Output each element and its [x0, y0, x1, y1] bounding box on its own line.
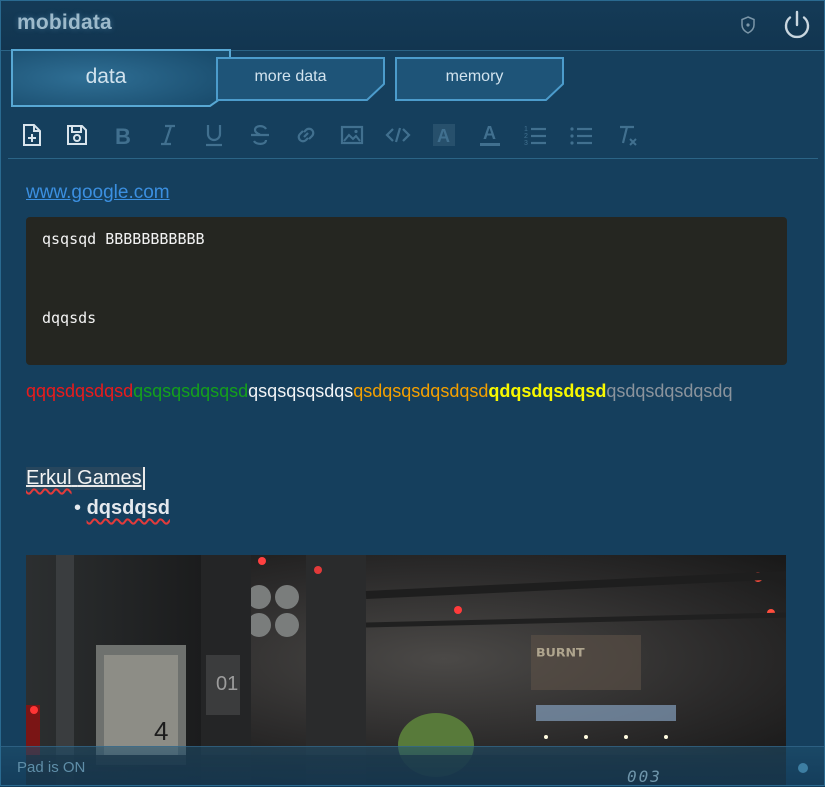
code-line: qsqsqd BBBBBBBBBBB [42, 230, 205, 248]
italic-icon [161, 124, 175, 146]
colored-text-segment: qsqsqsdqsqsd [133, 381, 249, 401]
ordered-list-icon: 1 2 3 [524, 126, 546, 147]
tab-data-label: data [85, 65, 127, 88]
title-bar: mobidata [0, 0, 825, 51]
heading-text: Erkul Games [26, 467, 145, 490]
editor-content[interactable]: www.google.com qsqsqd BBBBBBBBBBB dqqsds… [0, 160, 825, 786]
tab-more-data[interactable]: more data [215, 56, 386, 102]
hyperlink[interactable]: www.google.com [26, 182, 170, 204]
clear-format-button[interactable] [612, 119, 644, 151]
ordered-list-button[interactable]: 1 2 3 [520, 119, 552, 151]
code-line: dqqsds [42, 309, 97, 327]
underline-icon [206, 125, 222, 147]
new-document-button[interactable] [16, 119, 48, 151]
tab-more-data-label: more data [254, 68, 327, 85]
highlight-icon: A [433, 124, 455, 146]
highlight-button[interactable]: A [428, 119, 460, 151]
strikethrough-icon [251, 125, 269, 145]
font-color-icon: A [480, 123, 500, 146]
svg-text:01: 01 [216, 673, 238, 695]
link-icon [297, 127, 315, 143]
status-indicator-icon [798, 763, 808, 773]
tab-data[interactable]: data [10, 48, 232, 110]
colored-text-segment: qdqsdqsdqsd [488, 381, 607, 401]
shield-icon [741, 16, 755, 34]
status-bar: Pad is ON 003 [0, 746, 825, 787]
svg-text:3: 3 [524, 140, 528, 147]
tab-memory[interactable]: memory [394, 56, 565, 102]
new-document-icon [23, 124, 41, 146]
strikethrough-button[interactable] [244, 119, 276, 151]
app-title: mobidata [17, 11, 112, 34]
bold-icon: B [115, 124, 131, 149]
colored-text-segment: qsdqsqsdqsdqsd [353, 381, 489, 401]
power-icon[interactable] [780, 8, 814, 42]
colored-paragraph: qqqsdqsdqsdqsqsqsdqsqsdqsqsqsqsdqsqsdqsq… [26, 376, 786, 406]
link-button[interactable] [290, 119, 322, 151]
image-button[interactable] [336, 119, 368, 151]
svg-text:ᴮᵁᴿᴺᵀ: ᴮᵁᴿᴺᵀ [536, 644, 585, 668]
status-text: Pad is ON [17, 759, 86, 776]
save-button[interactable] [61, 119, 93, 151]
list-item-text: dqsdqsd [86, 497, 170, 519]
svg-text:B: B [115, 124, 131, 149]
svg-text:A: A [437, 126, 450, 146]
clear-format-icon [620, 125, 637, 146]
italic-button[interactable] [152, 119, 184, 151]
save-icon [67, 125, 87, 145]
colored-text-segment: qsqsqsqsdqs [248, 381, 354, 401]
image-icon [340, 125, 364, 145]
editor-toolbar: B A A 1 2 3 [8, 114, 818, 159]
code-block[interactable]: qsqsqd BBBBBBBBBBB dqqsds [26, 217, 787, 365]
colored-text-segment: qqqsdqsdqsd [26, 381, 134, 401]
heading-word-misspelled: Erkul [26, 467, 72, 489]
bullet-list-button[interactable] [566, 119, 598, 151]
svg-text:A: A [483, 123, 496, 143]
underline-button[interactable] [198, 119, 230, 151]
svg-text:4: 4 [154, 716, 168, 746]
bold-button[interactable]: B [106, 119, 138, 151]
svg-text:1: 1 [524, 126, 528, 133]
colored-text-segment: qsdqsdqsdqsdq [606, 381, 733, 401]
code-button[interactable] [382, 119, 414, 151]
tab-memory-label: memory [445, 68, 504, 85]
bullet-dot: • [74, 497, 82, 519]
bullet-list-icon [570, 127, 592, 145]
heading-word: Games [77, 467, 142, 489]
svg-text:2: 2 [524, 133, 528, 140]
list-item: • dqsdqsd [74, 497, 170, 520]
font-color-button[interactable]: A [474, 119, 506, 151]
code-icon [385, 127, 411, 143]
status-counter: 003 [627, 767, 662, 786]
